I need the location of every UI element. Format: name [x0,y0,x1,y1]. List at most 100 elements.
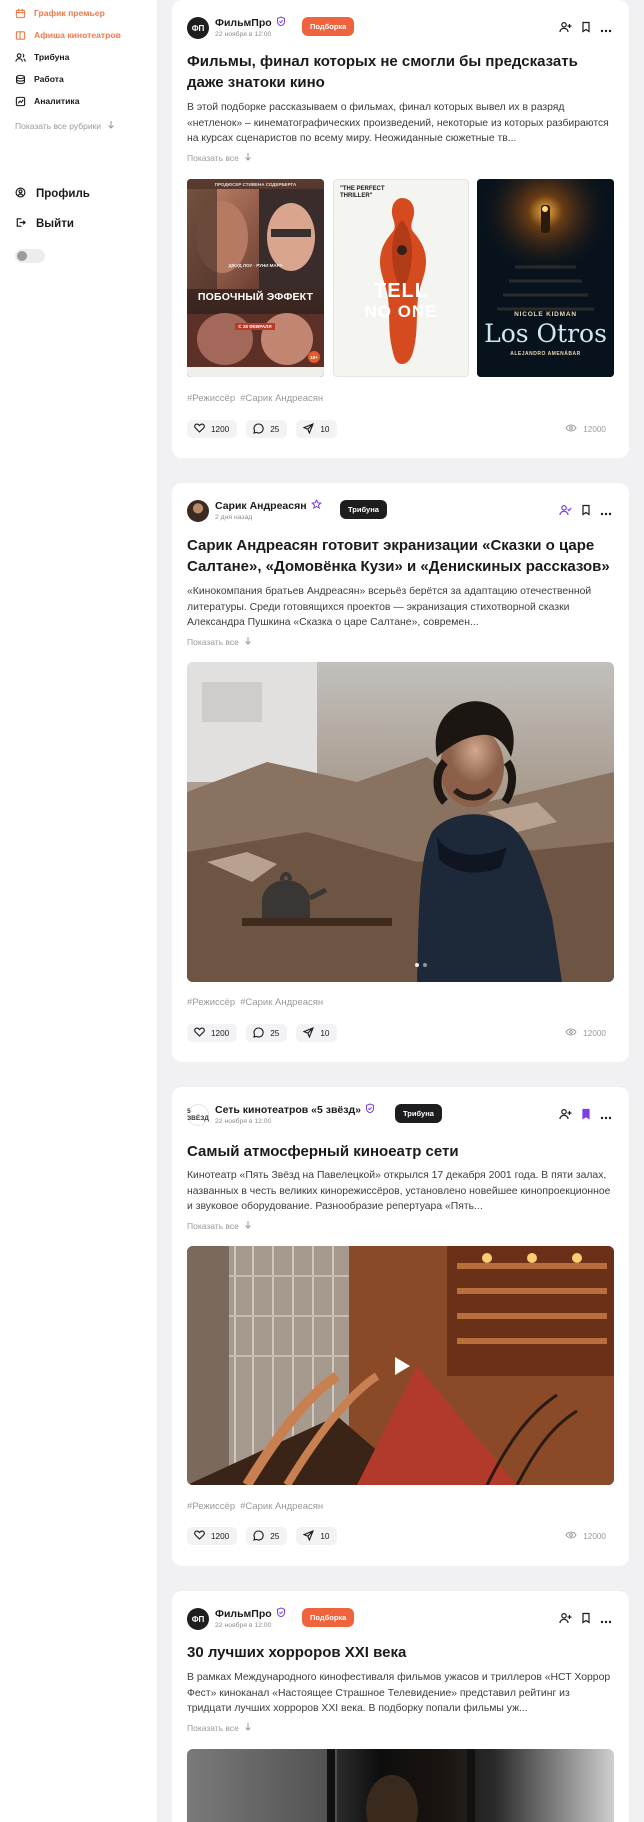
category-tag[interactable]: Подборка [302,17,355,36]
follow-icon[interactable] [559,1611,572,1629]
author-avatar[interactable]: ФП [187,17,209,39]
show-all-link[interactable]: Показать все [187,636,252,647]
more-icon[interactable] [600,1107,612,1125]
like-button[interactable]: 1200 [187,1024,238,1042]
post-image[interactable] [187,1749,614,1822]
verified-icon [365,1103,375,1117]
category-tag[interactable]: Трибуна [340,500,387,519]
comment-count: 25 [270,1028,280,1038]
more-icon[interactable] [600,503,612,521]
author-avatar[interactable] [187,500,209,522]
post-actions [559,20,612,38]
comment-button[interactable]: 25 [246,1527,288,1545]
bookmark-filled-icon[interactable] [581,1107,591,1125]
heart-icon [194,423,205,435]
share-button[interactable]: 10 [296,420,338,438]
author-avatar[interactable]: 5 ЗВЁЗД [187,1104,209,1126]
post-title[interactable]: Самый атмосферный киноеатр сети [187,1142,614,1163]
poster-tagline: ПРОДЮСЕР СТИВЕНА СОДЕРБЕРГА [214,182,297,187]
ticket-icon [15,30,26,41]
profile-button[interactable]: Профиль [0,179,157,209]
show-all-link[interactable]: Показать все [187,1220,252,1231]
star-icon [310,498,322,513]
post-title[interactable]: Сарик Андреасян готовит экранизации «Ска… [187,536,614,577]
hashtag-link[interactable]: #Режиссёр [187,1501,235,1512]
following-icon[interactable] [559,503,572,521]
author-name[interactable]: Сарик Андреасян [215,498,322,513]
post-title[interactable]: Фильмы, финал которых не смогли бы предс… [187,52,614,93]
post-card: ФП ФильмПро 22 ноября в 12:00 Подборка Ф… [172,0,629,458]
post-date: 22 ноября в 12:00 [215,31,272,38]
author-name[interactable]: ФильмПро [215,1607,286,1621]
like-button[interactable]: 1200 [187,420,238,438]
hashtag-link[interactable]: #Сарик Андреасян [240,393,323,404]
views-count: 12000 [583,424,606,434]
sidebar-item-analytics[interactable]: Аналитика [0,90,157,112]
post-card: Сарик Андреасян 2 дня назад Трибуна Сари… [172,483,629,1062]
post-header: ФП ФильмПро 22 ноября в 12:00 Подборка [187,1605,614,1633]
sidebar-item-tribune[interactable]: Трибуна [0,46,157,68]
hashtag-link[interactable]: #Сарик Андреасян [240,1501,323,1512]
show-all-label: Показать все [187,152,239,163]
poster-the-others[interactable]: NICOLE KIDMAN Los Otros ALEJANDRO AMENÁB… [477,179,614,377]
show-all-label: Показать все [187,636,239,647]
poster-side-effects[interactable]: ПРОДЮСЕР СТИВЕНА СОДЕРБЕРГА ДЖУД ЛОУ · Р… [187,179,324,377]
poster-gallery: ПРОДЮСЕР СТИВЕНА СОДЕРБЕРГА ДЖУД ЛОУ · Р… [187,179,614,378]
profile-label: Профиль [36,188,90,200]
sidebar-item-label: Работа [34,74,64,84]
show-all-link[interactable]: Показать все [187,152,252,163]
category-tag[interactable]: Трибуна [395,1104,442,1123]
eye-icon [565,424,577,434]
theme-toggle[interactable] [15,249,45,263]
sidebar-item-work[interactable]: Работа [0,68,157,90]
author-name[interactable]: ФильмПро [215,16,286,30]
post-header: 5 ЗВЁЗД Сеть кинотеатров «5 звёзд» 22 но… [187,1101,614,1129]
age-rating-badge: 18+ [308,351,320,363]
share-button[interactable]: 10 [296,1024,338,1042]
post-date: 2 дня назад [215,514,253,521]
play-icon[interactable] [389,1354,413,1383]
bookmark-icon[interactable] [581,20,591,38]
post-excerpt: Кинотеатр «Пять Звёзд на Павелецкой» отк… [187,1170,611,1212]
more-icon[interactable] [600,1611,612,1629]
more-icon[interactable] [600,20,612,38]
post-header: ФП ФильмПро 22 ноября в 12:00 Подборка [187,14,614,42]
sidebar-item-cinemas[interactable]: Афиша кинотеатров [0,24,157,46]
author-avatar[interactable]: ФП [187,1608,209,1630]
follow-icon[interactable] [559,20,572,38]
share-button[interactable]: 10 [296,1527,338,1545]
views-count: 12000 [583,1028,606,1038]
comment-button[interactable]: 25 [246,1024,288,1042]
comment-count: 25 [270,1531,280,1541]
like-button[interactable]: 1200 [187,1527,238,1545]
post-date: 22 ноября в 12:00 [215,1622,272,1629]
arrow-down-icon [244,1722,252,1733]
hashtag-link[interactable]: #Сарик Андреасян [240,997,323,1008]
author-name[interactable]: Сеть кинотеатров «5 звёзд» [215,1103,375,1117]
like-count: 1200 [211,1531,230,1541]
post-video[interactable] [187,1246,614,1485]
show-all-link[interactable]: Показать все [187,1722,252,1733]
post-image[interactable] [187,662,614,982]
post-actions [559,503,612,521]
post-title[interactable]: 30 лучших хорроров XXI века [187,1643,614,1664]
sidebar-item-label: График премьер [34,8,105,18]
comment-count: 25 [270,424,280,434]
follow-icon[interactable] [559,1107,572,1125]
show-all-rubrics-link[interactable]: Показать все рубрики [0,120,157,131]
bookmark-icon[interactable] [581,503,591,521]
hashtag-link[interactable]: #Режиссёр [187,393,235,404]
sidebar-item-premieres[interactable]: График премьер [0,2,157,24]
category-tag[interactable]: Подборка [302,1608,355,1627]
post-stats: 1200 25 10 12000 [187,420,614,438]
poster-tell-no-one[interactable]: "THE PERFECT THRILLER" TELL NO ONE [333,179,469,377]
bookmark-icon[interactable] [581,1611,591,1629]
author-name-text: Сеть кинотеатров «5 звёзд» [215,1104,362,1116]
comment-button[interactable]: 25 [246,420,288,438]
hashtag-link[interactable]: #Режиссёр [187,997,235,1008]
poster-title: Los Otros [484,319,607,348]
post-stats: 1200 25 10 12000 [187,1024,614,1042]
show-all-rubrics-label: Показать все рубрики [15,120,102,131]
logout-button[interactable]: Выйти [0,209,157,239]
send-icon [302,1026,315,1040]
